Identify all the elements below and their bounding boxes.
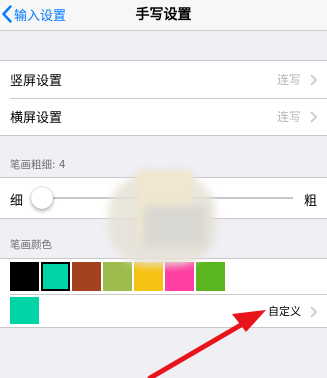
landscape-settings-value: 连写	[276, 110, 301, 124]
chevron-right-icon	[310, 306, 317, 318]
stroke-width-group: 细 粗	[0, 177, 327, 219]
stroke-color-group: 自定义	[0, 258, 327, 328]
color-swatch[interactable]	[196, 262, 225, 291]
stroke-color-header: 笔画颜色	[10, 239, 52, 251]
navigation-bar: 输入设置 手写设置	[0, 0, 327, 31]
landscape-settings-row[interactable]: 横屏设置 连写	[0, 98, 327, 135]
color-swatch[interactable]	[165, 262, 194, 291]
thin-label: 细	[10, 194, 24, 209]
color-swatch[interactable]	[41, 262, 70, 291]
page-title: 手写设置	[135, 7, 192, 23]
color-swatch[interactable]	[10, 262, 39, 291]
portrait-settings-row[interactable]: 竖屏设置 连写	[0, 61, 327, 98]
chevron-right-icon	[310, 74, 317, 86]
stroke-width-header: 笔画粗细: 4	[10, 159, 66, 171]
portrait-settings-value: 连写	[276, 73, 301, 87]
current-color-swatch	[10, 297, 39, 324]
color-swatch[interactable]	[72, 262, 101, 291]
orientation-settings-group: 竖屏设置 连写 横屏设置 连写	[0, 60, 327, 136]
thick-label: 粗	[303, 194, 317, 209]
stroke-width-slider[interactable]	[30, 187, 293, 209]
slider-thumb[interactable]	[30, 187, 53, 209]
color-swatch[interactable]	[103, 262, 132, 291]
chevron-right-icon	[310, 111, 317, 123]
color-swatch[interactable]	[134, 262, 163, 291]
custom-color-label: 自定义	[268, 305, 301, 318]
custom-color-button[interactable]: 自定义	[207, 295, 327, 327]
landscape-settings-label: 横屏设置	[10, 111, 63, 126]
portrait-settings-label: 竖屏设置	[10, 74, 63, 89]
